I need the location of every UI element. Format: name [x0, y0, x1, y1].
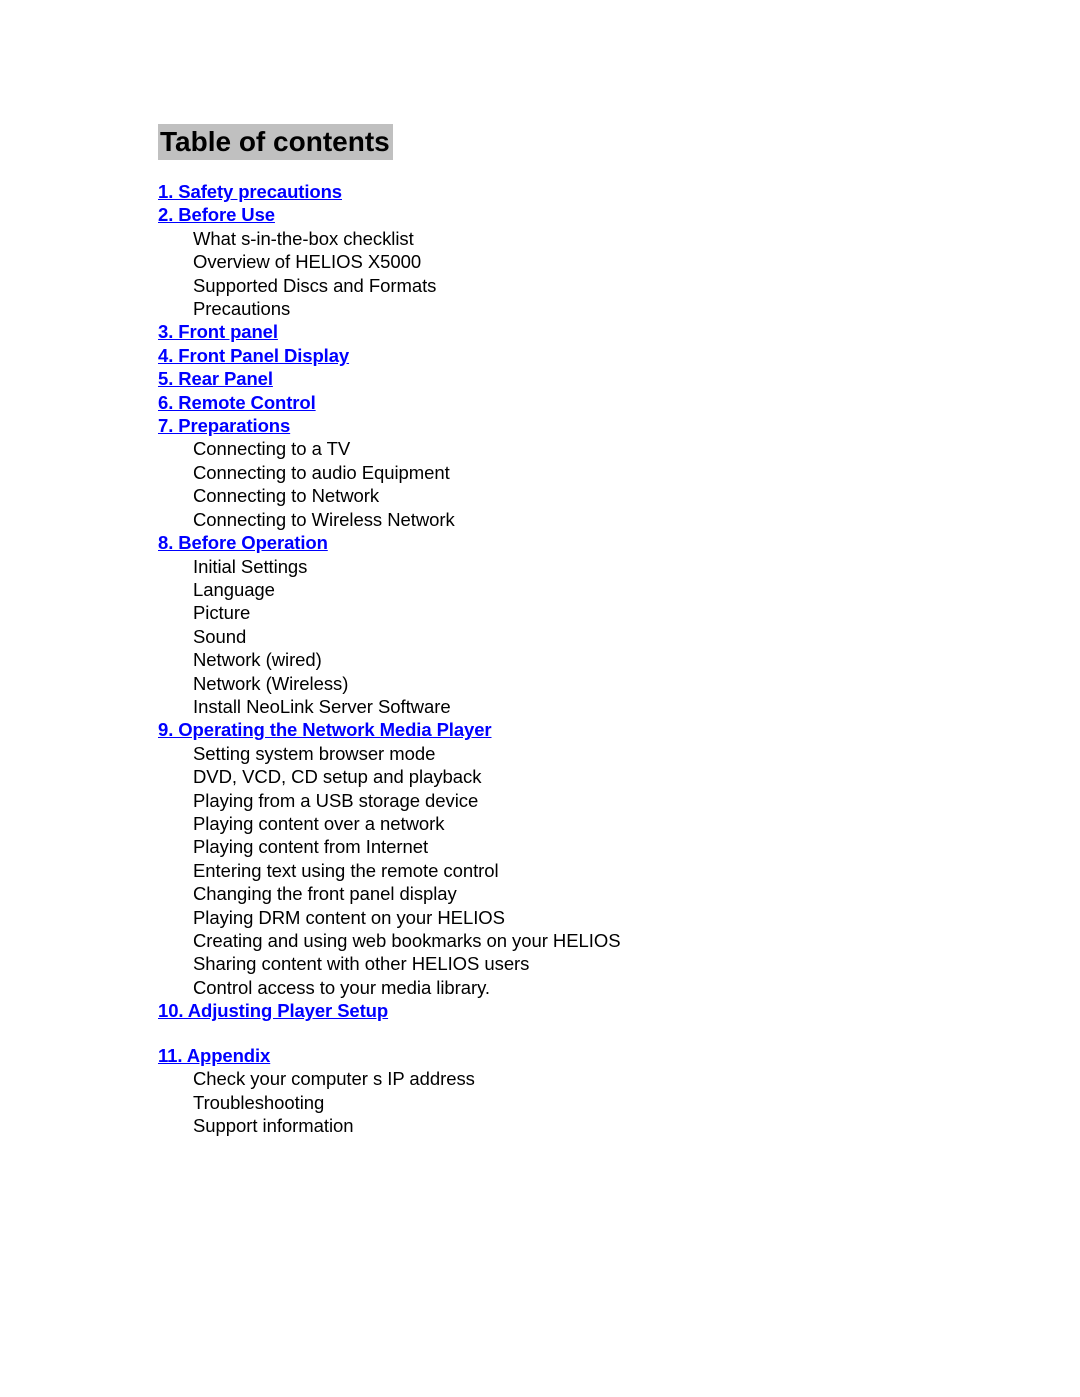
toc-subentry-label: Supported Discs and Formats	[193, 274, 437, 296]
toc-chapter-link[interactable]: 6. Remote Control	[158, 392, 316, 413]
toc-chapter-link[interactable]: 1. Safety precautions	[158, 181, 342, 202]
toc-subentry-row: Connecting to a TV	[158, 438, 1018, 461]
toc-chapter-row: 9. Operating the Network Media Player	[158, 719, 1018, 742]
toc-subentry-label: Creating and using web bookmarks on your…	[193, 930, 621, 951]
page-title: Table of contents	[158, 124, 393, 160]
toc-subentry-label: Playing content over a network	[193, 812, 445, 834]
toc-chapter-row: 2. Before Use	[158, 204, 1018, 227]
toc-subentry-label: Language	[193, 578, 275, 600]
toc-subentry-row: Troubleshooting	[158, 1092, 1018, 1115]
toc-subentry-label: Playing DRM content on your HELIOS	[193, 906, 505, 928]
toc-subentry-row: Sound	[158, 626, 1018, 649]
toc-subentry-label: Install NeoLink Server Software	[193, 695, 451, 717]
toc-subentry-label: Connecting to Wireless Network	[193, 508, 455, 530]
toc-chapter-link[interactable]: 9. Operating the Network Media Player	[158, 719, 492, 740]
toc-chapter-row: 11. Appendix	[158, 1045, 1018, 1068]
toc-subentry-row: Overview of HELIOS X5000	[158, 251, 1018, 274]
document-page: Table of contents 1. Safety precautions 2…	[0, 0, 1080, 1397]
toc-subentry-label: Playing from a USB storage device	[193, 789, 479, 811]
toc-chapter-link[interactable]: 3. Front panel	[158, 321, 278, 342]
toc-subentry-label: Check your computer s IP address	[193, 1068, 475, 1090]
toc-subentry-row: Support information	[158, 1115, 1018, 1138]
toc-subentry-row: Entering text using the remote control	[158, 860, 1018, 883]
toc-subentry-label: Picture	[193, 602, 251, 624]
toc-chapter-link[interactable]: 4. Front Panel Display	[158, 345, 349, 366]
toc-subentry-row: Playing from a USB storage device	[158, 790, 1018, 813]
toc-subentry-label: Changing the front panel display	[193, 883, 457, 905]
toc-chapter-link[interactable]: 5. Rear Panel	[158, 368, 273, 389]
toc-chapter-link[interactable]: 8. Before Operation	[158, 532, 328, 553]
toc-subentry-label: Network (Wireless)	[193, 672, 349, 694]
toc-subentry-label: Troubleshooting	[193, 1091, 325, 1113]
toc-chapter-row: 8. Before Operation	[158, 532, 1018, 555]
toc-subentry-row: Network (wired)	[158, 649, 1018, 672]
toc-subentry-label: Control access to your media library.	[193, 976, 491, 998]
toc-chapter-row: 5. Rear Panel	[158, 368, 1018, 391]
toc-subentry-row: Connecting to audio Equipment	[158, 462, 1018, 485]
toc-subentry-row: Playing content from Internet	[158, 836, 1018, 859]
toc-subentry-label: Setting system browser mode	[193, 742, 436, 764]
toc-subentry-label: Connecting to a TV	[193, 438, 351, 460]
toc-chapter-row: 1. Safety precautions	[158, 181, 1018, 204]
toc-subentry-row: Creating and using web bookmarks on your…	[158, 930, 1018, 953]
toc-subentry-row: What s-in-the-box checklist	[158, 228, 1018, 251]
toc-subentry-row: Initial Settings	[158, 556, 1018, 579]
toc-chapter-row: 6. Remote Control	[158, 392, 1018, 415]
toc-chapter-row: 10. Adjusting Player Setup	[158, 1000, 1018, 1023]
toc-chapter-link[interactable]: 2. Before Use	[158, 204, 275, 225]
toc-subentry-row: Language	[158, 579, 1018, 602]
toc-subentry-label: Sound	[193, 625, 247, 647]
toc-subentry-label: Network (wired)	[193, 649, 322, 671]
toc-subentry-row: Sharing content with other HELIOS users	[158, 953, 1018, 976]
toc-subentry-label: Support information	[193, 1115, 354, 1137]
toc-subentry-row: Control access to your media library.	[158, 977, 1018, 1000]
toc-subentry-label: DVD, VCD, CD setup and playback	[193, 766, 482, 788]
toc-subentry-label: Sharing content with other HELIOS users	[193, 953, 530, 975]
toc-subentry-label: What s-in-the-box checklist	[193, 227, 414, 249]
toc-spacer	[158, 1024, 1018, 1045]
toc-chapter-link[interactable]: 10. Adjusting Player Setup	[158, 1000, 388, 1021]
table-of-contents-list: 1. Safety precautions 2. Before Use What s…	[158, 181, 1018, 1139]
toc-subentry-row: Setting system browser mode	[158, 743, 1018, 766]
toc-chapter-link[interactable]: 11. Appendix	[158, 1045, 270, 1066]
toc-subentry-row: Connecting to Network	[158, 485, 1018, 508]
toc-subentry-row: DVD, VCD, CD setup and playback	[158, 766, 1018, 789]
toc-subentry-label: Playing content from Internet	[193, 836, 429, 858]
toc-subentry-row: Network (Wireless)	[158, 673, 1018, 696]
toc-chapter-row: 4. Front Panel Display	[158, 345, 1018, 368]
toc-subentry-row: Playing DRM content on your HELIOS	[158, 907, 1018, 930]
toc-subentry-label: Initial Settings	[193, 555, 308, 577]
toc-subentry-row: Install NeoLink Server Software	[158, 696, 1018, 719]
toc-chapter-link[interactable]: 7. Preparations	[158, 415, 290, 436]
toc-subentry-row: Check your computer s IP address	[158, 1068, 1018, 1091]
toc-subentry-label: Entering text using the remote control	[193, 859, 499, 881]
toc-subentry-row: Precautions	[158, 298, 1018, 321]
toc-subentry-row: Connecting to Wireless Network	[158, 509, 1018, 532]
toc-chapter-row: 7. Preparations	[158, 415, 1018, 438]
toc-subentry-row: Supported Discs and Formats	[158, 275, 1018, 298]
toc-subentry-row: Changing the front panel display	[158, 883, 1018, 906]
toc-subentry-row: Picture	[158, 602, 1018, 625]
toc-subentry-label: Connecting to audio Equipment	[193, 461, 450, 483]
page-title-container: Table of contents	[158, 124, 393, 160]
toc-subentry-label: Overview of HELIOS X5000	[193, 251, 422, 273]
toc-subentry-label: Precautions	[193, 298, 291, 320]
toc-subentry-row: Playing content over a network	[158, 813, 1018, 836]
toc-subentry-label: Connecting to Network	[193, 485, 380, 507]
toc-chapter-row: 3. Front panel	[158, 321, 1018, 344]
